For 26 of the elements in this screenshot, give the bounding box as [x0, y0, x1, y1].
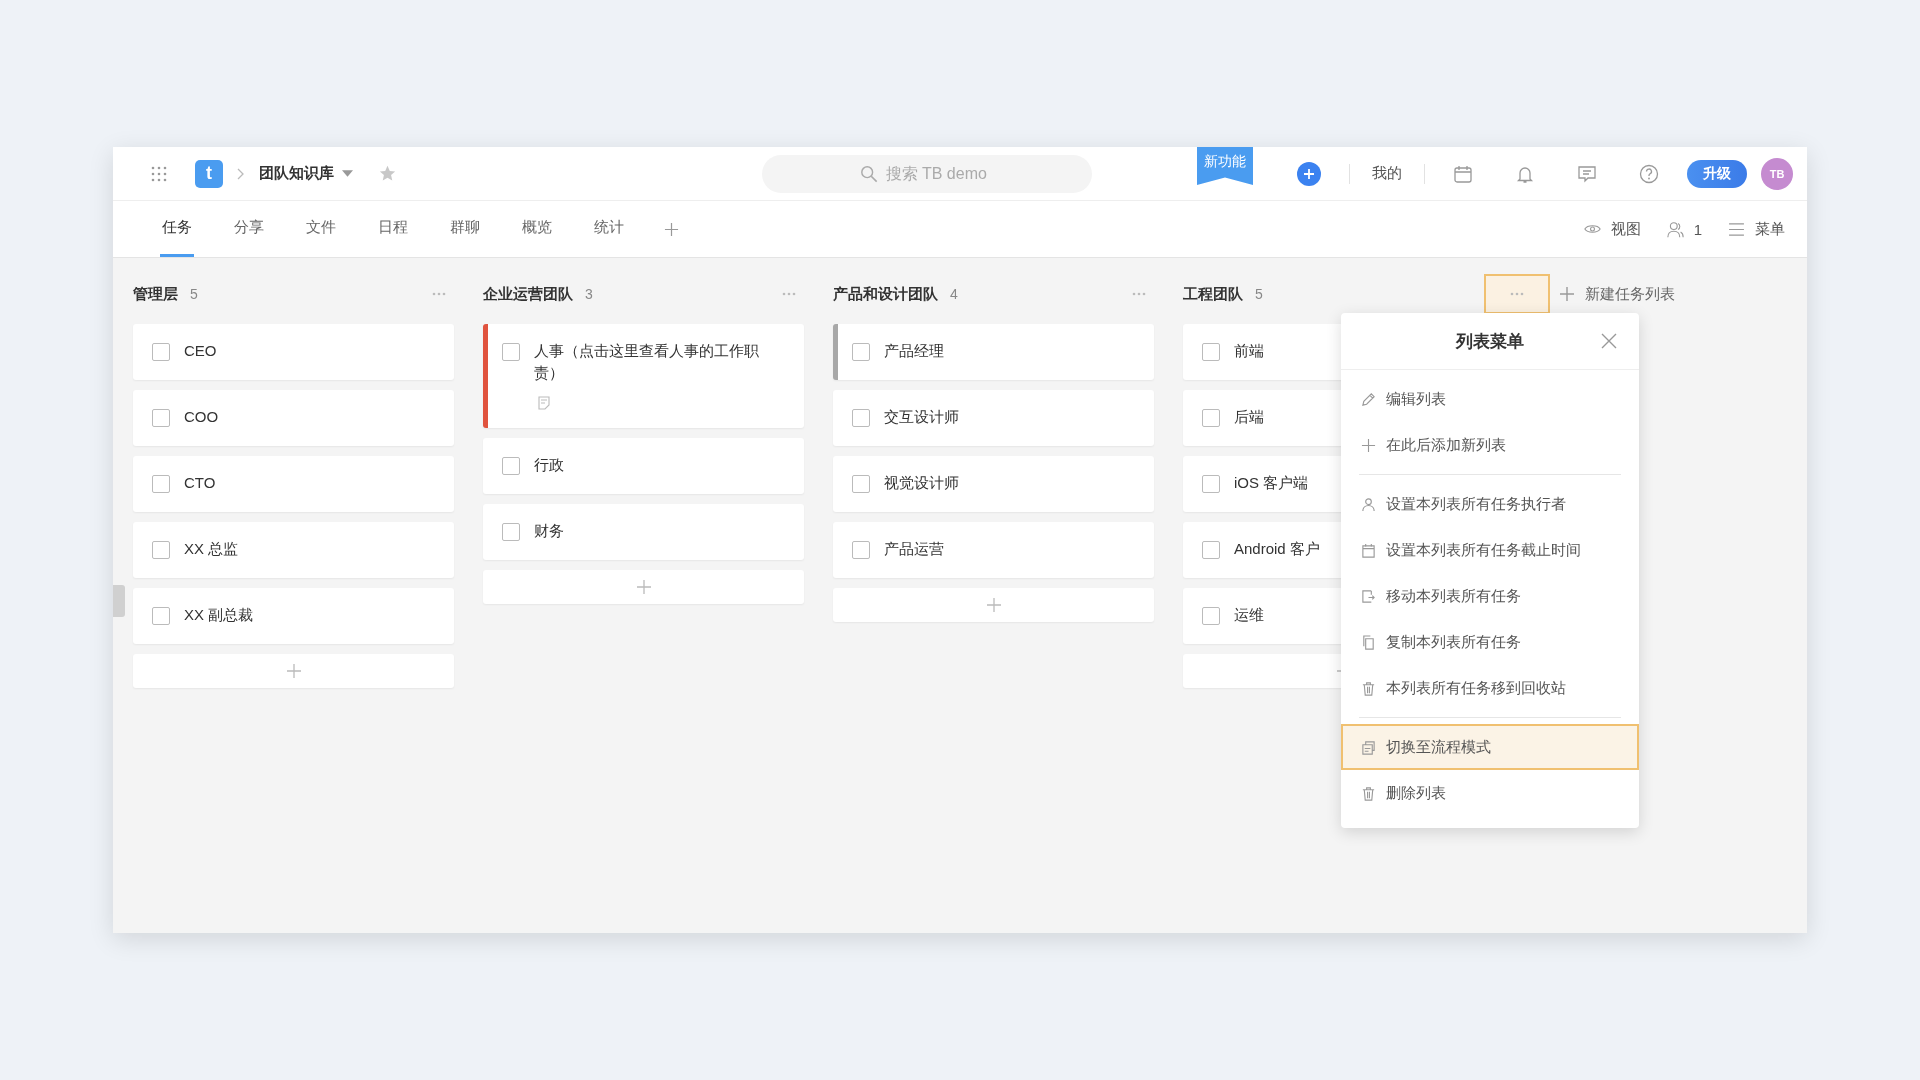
task-title: 视觉设计师	[884, 473, 959, 493]
task-title: iOS 客户端	[1234, 473, 1309, 493]
task-title: 交互设计师	[884, 407, 959, 427]
task-count: 5	[190, 286, 198, 302]
list-title: 企业运营团队	[483, 284, 573, 304]
task-title: CTO	[184, 473, 216, 493]
task-count: 4	[950, 286, 958, 302]
task-title: 运维	[1234, 605, 1264, 625]
task-title: 产品经理	[884, 341, 944, 361]
task-title: CEO	[184, 341, 217, 361]
task-title: 财务	[534, 521, 564, 541]
task-title: 前端	[1234, 341, 1264, 361]
menu-title: 列表菜单	[1456, 330, 1524, 353]
task-title: Android 客户	[1234, 539, 1320, 559]
list-title: 管理层	[133, 284, 178, 304]
task-title: COO	[184, 407, 219, 427]
task-title: XX 副总裁	[184, 605, 254, 625]
task-count: 5	[1255, 286, 1263, 302]
list-title: 产品和设计团队	[833, 284, 938, 304]
task-title: 产品运营	[884, 539, 944, 559]
task-title: 人事（点击这里查看人事的工作职责）	[534, 341, 760, 383]
list-title: 工程团队	[1183, 284, 1243, 304]
task-title: 后端	[1234, 407, 1264, 427]
task-title: 行政	[534, 455, 564, 475]
task-count: 3	[585, 286, 593, 302]
task-title: XX 总监	[184, 539, 239, 559]
